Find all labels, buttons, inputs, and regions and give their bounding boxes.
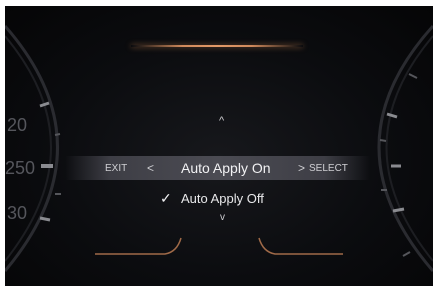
gauge-label: 250 xyxy=(5,158,36,178)
chevron-left-icon[interactable]: < xyxy=(147,161,154,175)
chevron-up-icon[interactable]: ^ xyxy=(219,116,224,127)
gauge-label: 30 xyxy=(7,203,28,223)
instrument-cluster-display: 20 250 30 ^ EXIT < Auto Apply On > SELEC… xyxy=(5,6,433,286)
chevron-down-icon[interactable]: v xyxy=(220,212,225,223)
menu-option-below[interactable]: Auto Apply Off xyxy=(181,191,264,206)
top-accent-bar xyxy=(131,45,303,47)
gauge-label: 20 xyxy=(7,115,28,135)
chevron-right-icon[interactable]: > xyxy=(298,161,305,175)
check-icon: ✓ xyxy=(160,190,172,206)
exit-button[interactable]: EXIT xyxy=(105,163,127,174)
left-gauge xyxy=(5,25,61,272)
right-gauge xyxy=(377,24,433,272)
select-button[interactable]: SELECT xyxy=(309,163,348,174)
menu-option-current[interactable]: Auto Apply On xyxy=(181,160,271,176)
bottom-frame-accents xyxy=(95,237,343,255)
